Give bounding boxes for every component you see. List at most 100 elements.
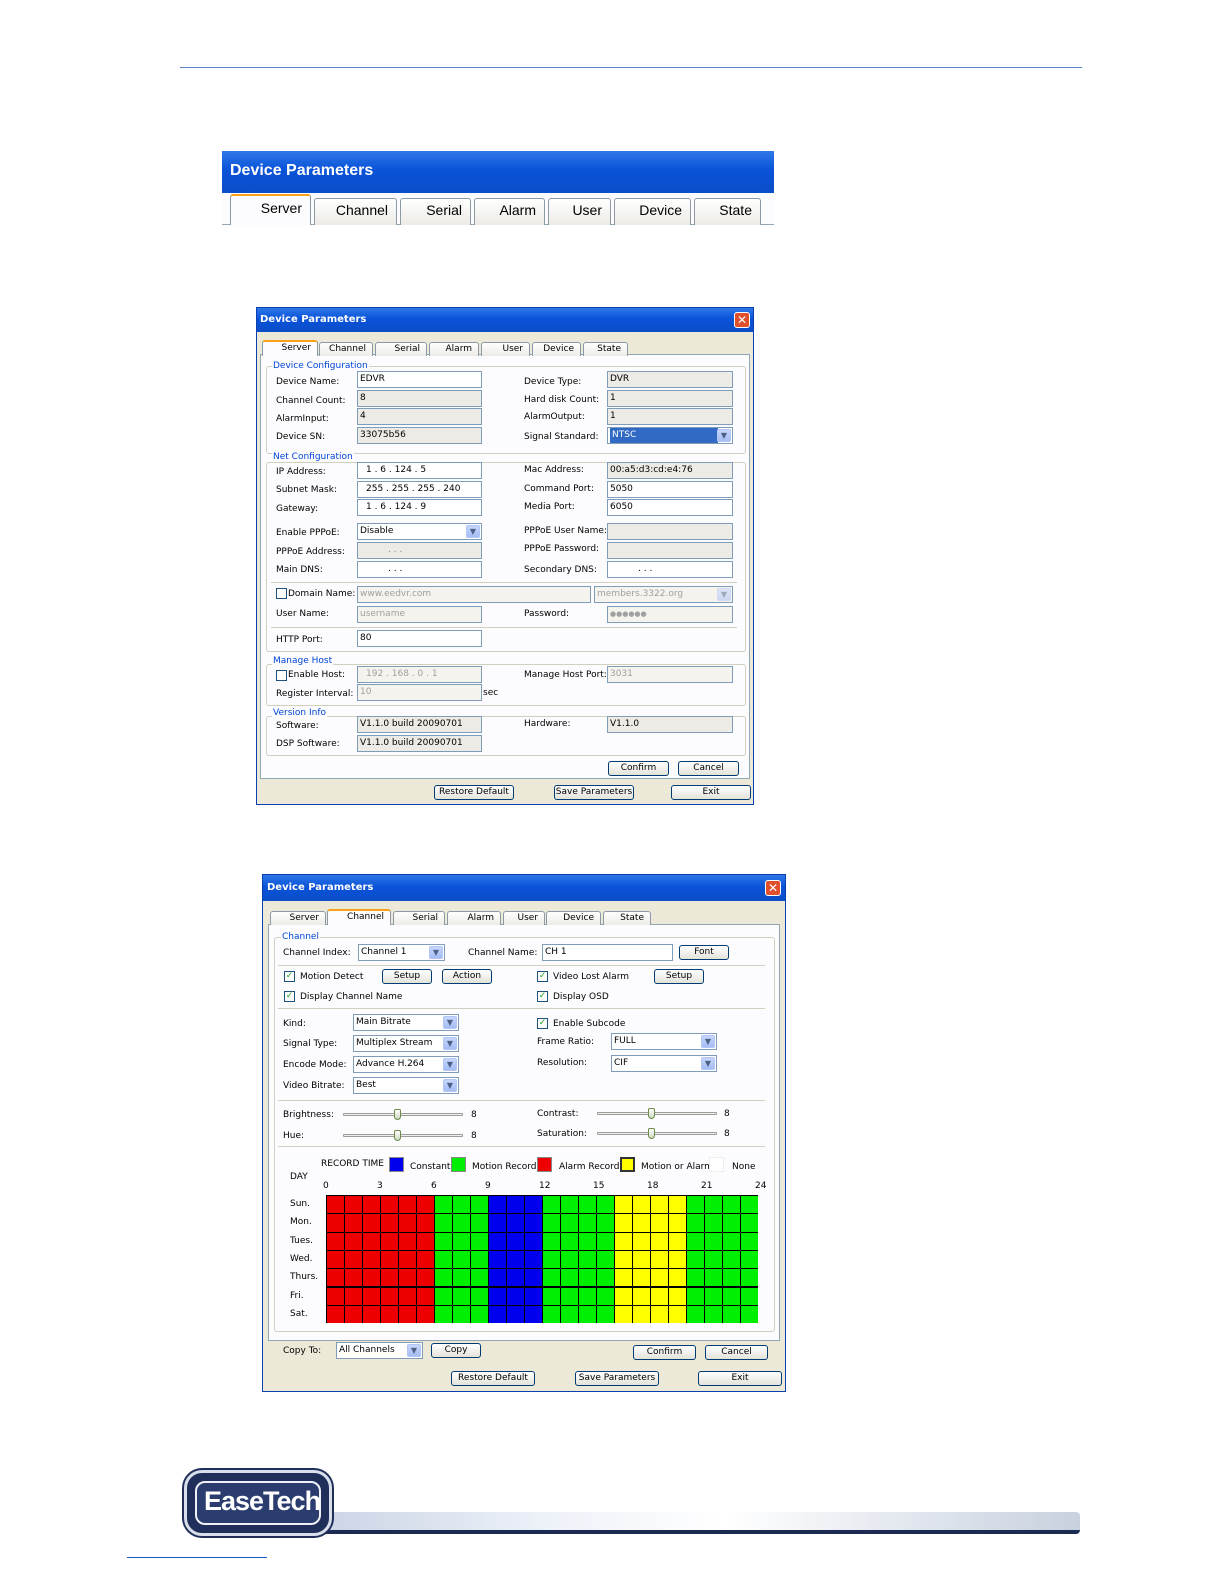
channel-index-select[interactable]: Channel 1 ▼ [358,944,445,961]
schedule-cell[interactable] [525,1196,542,1214]
command-port-field[interactable]: 5050 [607,481,733,498]
ip-address-field[interactable]: 1 . 6 . 124 . 5 [357,462,482,479]
exit-button[interactable]: Exit [671,785,751,800]
schedule-cell[interactable] [561,1250,578,1269]
channel-name-field[interactable]: CH 1 [542,944,673,961]
chevron-down-icon[interactable]: ▼ [717,429,731,442]
schedule-cell[interactable] [741,1232,758,1250]
schedule-cell[interactable] [651,1214,668,1232]
device-name-field[interactable]: EDVR [357,371,482,388]
schedule-cell[interactable] [399,1232,416,1250]
copy-button[interactable]: Copy [431,1343,481,1358]
confirm-button[interactable]: Confirm [633,1345,696,1360]
schedule-cell[interactable] [723,1250,740,1269]
schedule-cell[interactable] [435,1250,452,1269]
schedule-cell[interactable] [507,1214,524,1232]
http-port-field[interactable]: 80 [357,630,482,647]
schedule-cell[interactable] [525,1287,542,1305]
schedule-cell[interactable] [417,1250,434,1269]
video-lost-setup-button[interactable]: Setup [654,969,704,984]
schedule-cell[interactable] [561,1214,578,1232]
schedule-cell[interactable] [507,1287,524,1305]
schedule-cell[interactable] [327,1250,344,1269]
schedule-cell[interactable] [615,1287,632,1305]
schedule-cell[interactable] [363,1232,380,1250]
tab-state[interactable]: State [603,911,651,925]
schedule-cell[interactable] [579,1287,596,1305]
schedule-cell[interactable] [741,1214,758,1232]
schedule-cell[interactable] [489,1232,506,1250]
schedule-cell[interactable] [417,1305,434,1324]
tab-serial[interactable]: Serial [393,911,445,925]
schedule-cell[interactable] [399,1214,416,1232]
schedule-cell[interactable] [579,1232,596,1250]
save-parameters-button[interactable]: Save Parameters [554,785,634,800]
video-lost-checkbox[interactable]: ✓ [537,971,548,982]
schedule-cell[interactable] [417,1214,434,1232]
schedule-cell[interactable] [633,1214,650,1232]
tab-user[interactable]: User [503,911,545,925]
manage-host-ip-field[interactable]: 192 . 168 . 0 . 1 [357,666,482,683]
schedule-cell[interactable] [561,1287,578,1305]
schedule-cell[interactable] [435,1305,452,1324]
schedule-cell[interactable] [705,1305,722,1324]
tab-alarm[interactable]: Alarm [474,198,545,225]
schedule-cell[interactable] [651,1250,668,1269]
schedule-cell[interactable] [381,1250,398,1269]
schedule-cell[interactable] [507,1232,524,1250]
chevron-down-icon[interactable]: ▼ [701,1057,715,1070]
tab-server[interactable]: Server [262,340,318,356]
schedule-cell[interactable] [489,1305,506,1324]
schedule-cell[interactable] [615,1196,632,1214]
brightness-slider-thumb[interactable] [394,1109,401,1120]
schedule-cell[interactable] [345,1287,362,1305]
schedule-cell[interactable] [705,1250,722,1269]
schedule-cell[interactable] [417,1269,434,1287]
subnet-mask-field[interactable]: 255 . 255 . 255 . 240 [357,481,482,498]
exit-button[interactable]: Exit [698,1371,782,1386]
tab-server[interactable]: Server [270,911,326,925]
manage-host-port-field[interactable]: 3031 [607,666,733,683]
schedule-cell[interactable] [525,1305,542,1324]
schedule-cell[interactable] [705,1287,722,1305]
schedule-cell[interactable] [345,1250,362,1269]
pppoe-select[interactable]: Disable ▼ [357,523,482,540]
tab-state[interactable]: State [694,198,761,225]
schedule-cell[interactable] [633,1196,650,1214]
tab-device[interactable]: Device [532,342,581,356]
schedule-cell[interactable] [381,1214,398,1232]
schedule-cell[interactable] [669,1269,686,1287]
schedule-cell[interactable] [633,1232,650,1250]
schedule-cell[interactable] [669,1250,686,1269]
schedule-cell[interactable] [543,1196,560,1214]
schedule-cell[interactable] [327,1196,344,1214]
schedule-cell[interactable] [651,1305,668,1324]
schedule-cell[interactable] [741,1287,758,1305]
kind-select[interactable]: Main Bitrate ▼ [353,1014,459,1031]
schedule-cell[interactable] [597,1287,614,1305]
schedule-cell[interactable] [651,1232,668,1250]
user-name-field[interactable]: username [357,606,482,623]
schedule-cell[interactable] [471,1232,488,1250]
schedule-cell[interactable] [525,1269,542,1287]
motion-action-button[interactable]: Action [442,969,492,984]
schedule-cell[interactable] [327,1287,344,1305]
schedule-cell[interactable] [363,1250,380,1269]
enable-subcode-checkbox[interactable]: ✓ [537,1018,548,1029]
schedule-cell[interactable] [381,1305,398,1324]
motion-setup-button[interactable]: Setup [382,969,432,984]
schedule-cell[interactable] [363,1214,380,1232]
enable-host-checkbox[interactable] [276,670,287,681]
tab-alarm[interactable]: Alarm [429,342,479,356]
schedule-cell[interactable] [561,1269,578,1287]
confirm-button[interactable]: Confirm [608,761,669,776]
tab-server[interactable]: Server [230,194,311,225]
secondary-dns-field[interactable]: . . . [607,561,733,578]
signal-type-select[interactable]: Multiplex Stream ▼ [353,1035,459,1052]
schedule-cell[interactable] [651,1269,668,1287]
schedule-cell[interactable] [471,1305,488,1324]
schedule-cell[interactable] [327,1305,344,1324]
copy-to-select[interactable]: All Channels ▼ [336,1342,423,1359]
schedule-cell[interactable] [669,1287,686,1305]
schedule-cell[interactable] [579,1214,596,1232]
